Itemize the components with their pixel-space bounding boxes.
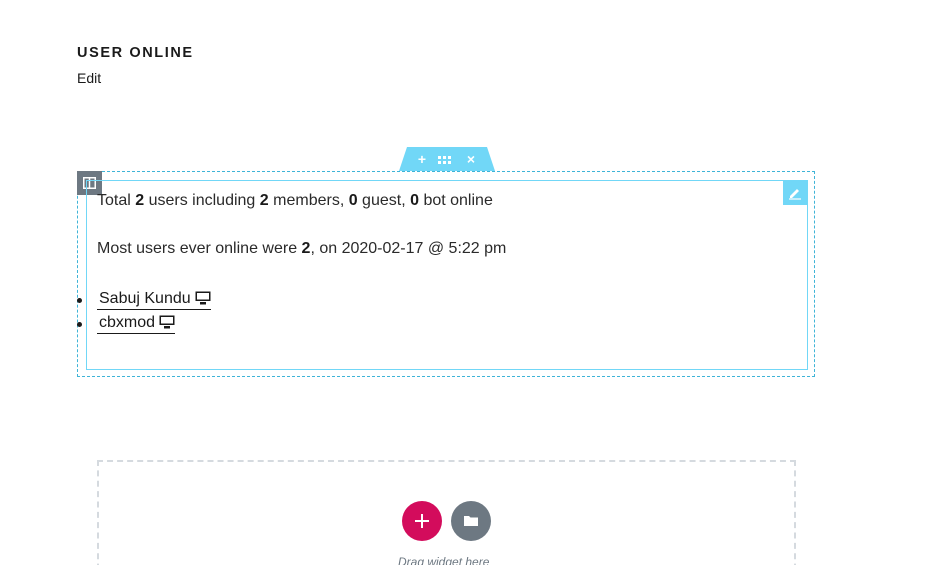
widget-title: USER ONLINE — [77, 45, 194, 61]
summary-text: users including — [144, 192, 260, 209]
guests-count: 0 — [348, 192, 358, 209]
page: USER ONLINE Edit + × Total 2 users inclu… — [0, 0, 949, 565]
widget-drop-zone[interactable] — [97, 460, 796, 565]
plus-icon — [415, 514, 429, 528]
total-users-count: 2 — [135, 192, 145, 209]
bullet — [77, 298, 82, 303]
drag-dots-icon — [438, 156, 451, 164]
section-handle: + × — [399, 147, 495, 171]
desktop-icon — [195, 291, 211, 305]
user-link[interactable]: Sabuj Kundu — [97, 289, 211, 310]
summary-text: members, — [268, 192, 349, 209]
edit-link[interactable]: Edit — [77, 70, 101, 86]
add-section-button[interactable]: + — [413, 151, 431, 167]
pencil-icon — [789, 189, 801, 200]
summary-text: guest, — [357, 192, 411, 209]
edit-widget-button[interactable] — [783, 181, 807, 205]
record-date: , on 2020-02-17 @ 5:22 pm — [310, 240, 507, 257]
bullet — [77, 322, 82, 327]
desktop-icon — [159, 315, 175, 329]
record-text: Most users ever online were — [97, 240, 302, 257]
user-link[interactable]: cbxmod — [97, 313, 176, 334]
summary-text: Total — [97, 192, 136, 209]
delete-section-button[interactable]: × — [462, 151, 480, 167]
summary-text: bot online — [419, 192, 493, 209]
members-count: 2 — [259, 192, 269, 209]
user-name: cbxmod — [99, 314, 156, 331]
move-section-handle[interactable] — [438, 151, 456, 167]
add-template-button[interactable] — [451, 501, 491, 541]
online-summary: Total 2 users including 2 members, 0 gue… — [97, 192, 493, 210]
drag-widget-hint: Drag widget here — [398, 555, 490, 565]
add-new-section-button[interactable] — [402, 501, 442, 541]
user-name: Sabuj Kundu — [99, 290, 191, 307]
bots-count: 0 — [410, 192, 419, 209]
max-online-record: Most users ever online were 2, on 2020-0… — [97, 240, 506, 258]
folder-icon — [464, 516, 478, 526]
